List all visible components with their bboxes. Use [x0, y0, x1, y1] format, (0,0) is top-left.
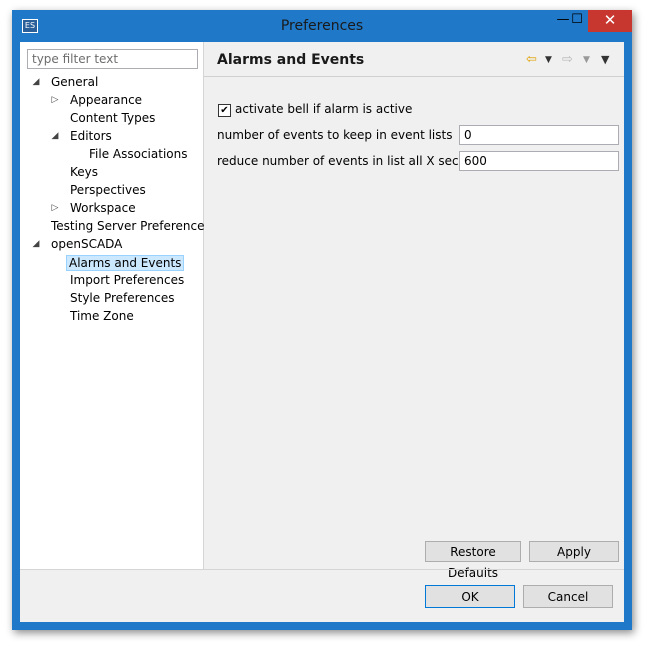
tree-item-content-types[interactable]: Content Types	[70, 109, 155, 127]
preference-page: Alarms and Events ⇦ ▼ ⇨ ▼ ▼ ✔ activate b…	[204, 42, 624, 580]
window-title: Preferences	[280, 18, 364, 34]
events-label: number of events to keep in event lists	[217, 128, 453, 142]
tree-item-label: Content Types	[70, 111, 156, 125]
bell-checkbox[interactable]: ✔	[218, 104, 231, 117]
footer-separator	[20, 569, 624, 570]
title-bar[interactable]: ES Preferences — ☐ ✕	[12, 10, 632, 42]
tree-item-perspectives[interactable]: Perspectives	[70, 181, 146, 199]
tree-item-file-associations[interactable]: File Associations	[89, 145, 187, 163]
tree-item-keys[interactable]: Keys	[70, 163, 98, 181]
collapsed-arrow-icon[interactable]: ▷	[49, 199, 61, 217]
preference-tree-pane: ◢ General ▷ Appearance Content Types ◢ E…	[20, 42, 211, 569]
tree-item-time-zone[interactable]: Time Zone	[70, 307, 134, 325]
tree-item-label: Time Zone	[70, 309, 134, 323]
tree-item-label: General	[51, 75, 99, 89]
tree-item-label: File Associations	[89, 147, 188, 161]
tree-item-label: Workspace	[70, 201, 136, 215]
view-menu-icon[interactable]: ▼	[601, 53, 609, 67]
expanded-arrow-icon[interactable]: ◢	[49, 127, 61, 145]
page-title: Alarms and Events	[217, 52, 365, 68]
tree-item-label: Appearance	[70, 93, 143, 107]
reduce-seconds-field[interactable]	[459, 151, 619, 171]
dialog-body: ◢ General ▷ Appearance Content Types ◢ E…	[20, 42, 624, 622]
restore-defaults-button[interactable]: Restore Defaults	[425, 541, 521, 580]
filter-input[interactable]	[27, 49, 198, 69]
apply-button[interactable]: Apply	[529, 541, 619, 562]
reduce-label: reduce number of events in list all X se…	[217, 154, 488, 168]
forward-arrow-icon[interactable]: ⇨	[562, 53, 573, 67]
tree-item-label: Editors	[70, 129, 112, 143]
ok-button[interactable]: OK	[425, 585, 515, 608]
cancel-button[interactable]: Cancel	[523, 585, 613, 608]
tree-item-label: Import Preferences	[70, 273, 185, 287]
tree-item-label: Style Preferences	[70, 291, 175, 305]
header-separator	[204, 76, 624, 77]
tree-item-label: Alarms and Events	[66, 255, 185, 271]
tree-item-testing-server-preferences[interactable]: Testing Server Preferences	[51, 217, 211, 235]
tree-item-label: openSCADA	[51, 237, 123, 251]
back-dropdown-icon[interactable]: ▼	[545, 53, 552, 67]
tree-item-label: Perspectives	[70, 183, 146, 197]
tree-item-label: Testing Server Preferences	[51, 219, 211, 233]
tree-item-import-preferences[interactable]: Import Preferences	[70, 271, 184, 289]
tree-item-style-preferences[interactable]: Style Preferences	[70, 289, 175, 307]
expanded-arrow-icon[interactable]: ◢	[30, 73, 42, 91]
forward-dropdown-icon[interactable]: ▼	[583, 53, 590, 67]
tree-item-alarms-and-events[interactable]: Alarms and Events	[66, 254, 185, 272]
back-arrow-icon[interactable]: ⇦	[526, 53, 537, 67]
bell-checkbox-label: activate bell if alarm is active	[235, 102, 413, 116]
tree-item-label: Keys	[70, 165, 99, 179]
maximize-button[interactable]: ☐	[564, 10, 590, 32]
collapsed-arrow-icon[interactable]: ▷	[49, 91, 61, 109]
close-button[interactable]: ✕	[588, 10, 632, 32]
preferences-window: ES Preferences — ☐ ✕ ◢ General ▷ Appeara…	[12, 10, 632, 630]
events-count-field[interactable]	[459, 125, 619, 145]
expanded-arrow-icon[interactable]: ◢	[30, 235, 42, 253]
